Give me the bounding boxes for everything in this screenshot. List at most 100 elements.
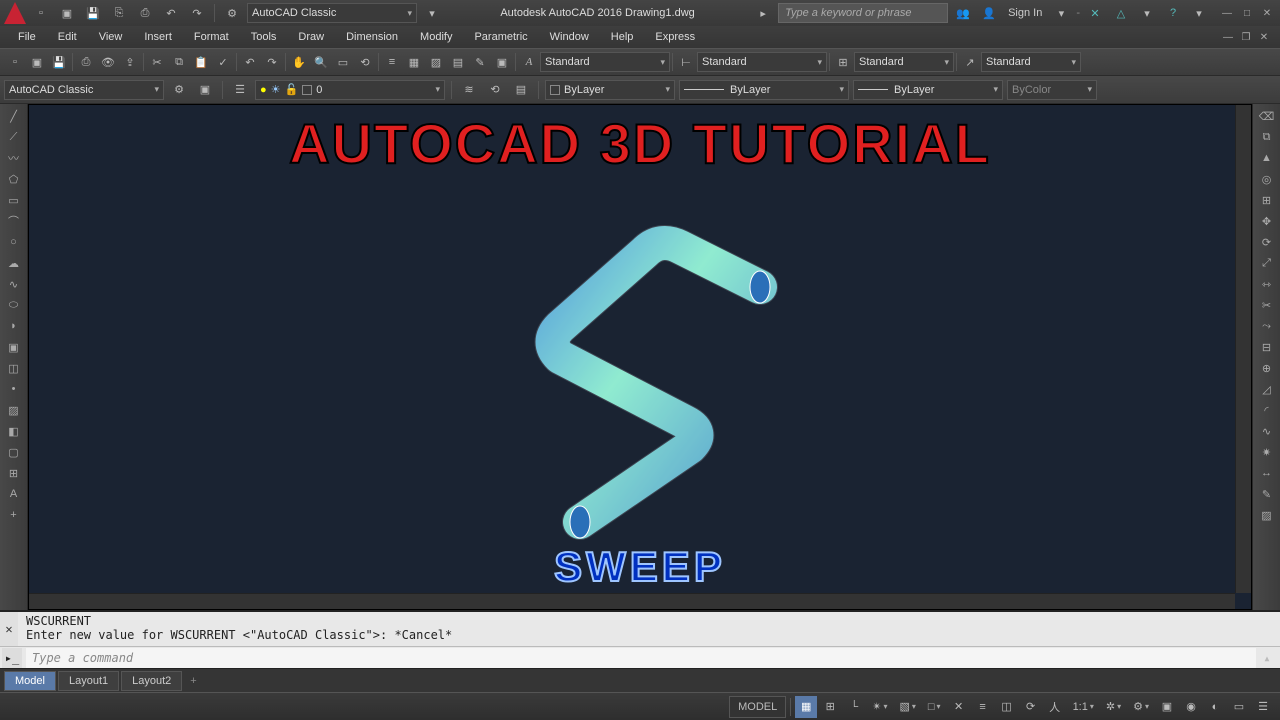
arc-icon[interactable]: ⌒ (3, 211, 25, 231)
text-style-dropdown[interactable]: Standard (540, 52, 670, 72)
status-transparency-icon[interactable]: ◫ (996, 696, 1018, 718)
menu-dimension[interactable]: Dimension (336, 29, 408, 45)
plotstyle-dropdown[interactable]: ByColor (1007, 80, 1097, 100)
workspace-dropdown-2[interactable]: AutoCAD Classic (4, 80, 164, 100)
pline-icon[interactable]: 〰 (3, 148, 25, 168)
qat-new-icon[interactable]: ▫ (30, 2, 52, 24)
ellipse-icon[interactable]: ⬭ (3, 295, 25, 315)
circle-icon[interactable]: ○ (3, 232, 25, 252)
mtext-icon[interactable]: A (3, 484, 25, 504)
trim-icon[interactable]: ✂ (1256, 295, 1278, 315)
revcloud-icon[interactable]: ☁ (3, 253, 25, 273)
doc-close-icon[interactable]: ✕ (1256, 29, 1272, 45)
gradient-icon[interactable]: ◧ (3, 421, 25, 441)
point-icon[interactable]: • (3, 379, 25, 399)
rectangle-icon[interactable]: ▭ (3, 190, 25, 210)
table-style-icon[interactable]: ⊞ (832, 51, 854, 73)
signin-chevron-icon[interactable]: ▾ (1050, 2, 1072, 24)
lineweight-dropdown[interactable]: ByLayer (853, 80, 1003, 100)
add-selected-icon[interactable]: + (3, 505, 25, 525)
join-icon[interactable]: ⊕ (1256, 358, 1278, 378)
menu-file[interactable]: File (8, 29, 46, 45)
status-snap-icon[interactable]: ⊞ (819, 696, 841, 718)
chamfer-icon[interactable]: ◿ (1256, 379, 1278, 399)
paste-icon[interactable]: 📋 (190, 51, 212, 73)
cut-icon[interactable]: ✂ (146, 51, 168, 73)
menu-window[interactable]: Window (540, 29, 599, 45)
status-ortho-icon[interactable]: └ (843, 696, 865, 718)
line-icon[interactable]: ╱ (3, 106, 25, 126)
infocenter-search[interactable]: Type a keyword or phrase (778, 3, 948, 23)
break-icon[interactable]: ⊟ (1256, 337, 1278, 357)
command-input[interactable]: Type a command (26, 648, 1256, 668)
qat-open-icon[interactable]: ▣ (56, 2, 78, 24)
search-icon[interactable]: 👥 (952, 2, 974, 24)
redo2-icon[interactable]: ↷ (261, 51, 283, 73)
tab-add-button[interactable]: + (184, 675, 202, 687)
menu-tools[interactable]: Tools (241, 29, 287, 45)
mleader-style-icon[interactable]: ↗ (959, 51, 981, 73)
status-polar-icon[interactable]: ✴▾ (867, 696, 892, 718)
plot-icon[interactable]: ⎙ (75, 51, 97, 73)
status-3dosnap-icon[interactable]: ✕ (948, 696, 970, 718)
design-center-icon[interactable]: ▦ (403, 51, 425, 73)
match-icon[interactable]: ✓ (212, 51, 234, 73)
spline-icon[interactable]: ∿ (3, 274, 25, 294)
table-icon[interactable]: ⊞ (3, 463, 25, 483)
copy-icon[interactable]: ⧉ (168, 51, 190, 73)
scale-icon[interactable]: ⤢ (1256, 253, 1278, 273)
rotate-icon[interactable]: ⟳ (1256, 232, 1278, 252)
undo2-icon[interactable]: ↶ (239, 51, 261, 73)
menu-express[interactable]: Express (645, 29, 705, 45)
status-grid-icon[interactable]: ▦ (795, 696, 817, 718)
mleader-style-dropdown[interactable]: Standard (981, 52, 1081, 72)
zoom-prev-icon[interactable]: ⟲ (354, 51, 376, 73)
array-icon[interactable]: ⊞ (1256, 190, 1278, 210)
command-options-icon[interactable]: ▴ (1256, 647, 1278, 669)
tab-layout1[interactable]: Layout1 (58, 671, 119, 691)
quick-calc-icon[interactable]: ▣ (491, 51, 513, 73)
close-icon[interactable]: ✕ (1258, 5, 1276, 21)
scrollbar-horizontal[interactable] (29, 593, 1235, 609)
stretch-icon[interactable]: ⇿ (1256, 274, 1278, 294)
app-logo-icon[interactable] (4, 2, 26, 24)
status-osnap-icon[interactable]: □▾ (923, 696, 946, 718)
help-chevron-icon[interactable]: ▾ (1188, 2, 1210, 24)
status-hw-icon[interactable]: ◐ (1204, 696, 1226, 718)
ellipse-arc-icon[interactable]: ◗ (3, 316, 25, 336)
zoom-rt-icon[interactable]: 🔍 (310, 51, 332, 73)
menu-edit[interactable]: Edit (48, 29, 87, 45)
move-icon[interactable]: ✥ (1256, 211, 1278, 231)
tab-layout2[interactable]: Layout2 (121, 671, 182, 691)
qat-dropdown-icon[interactable]: ▾ (421, 2, 443, 24)
tab-model[interactable]: Model (4, 671, 56, 691)
status-lwt-icon[interactable]: ≡ (972, 696, 994, 718)
status-ws-gear-icon[interactable]: ⚙▾ (1128, 696, 1154, 718)
workspace-dropdown[interactable]: AutoCAD Classic (247, 3, 417, 23)
status-scale[interactable]: 1:1▾ (1068, 696, 1099, 718)
sign-in-label[interactable]: Sign In (1004, 7, 1046, 19)
status-anno-icon[interactable]: ✲▾ (1101, 696, 1126, 718)
doc-restore-icon[interactable]: ❐ (1238, 29, 1254, 45)
zoom-win-icon[interactable]: ▭ (332, 51, 354, 73)
layer-props-icon[interactable]: ☰ (229, 79, 251, 101)
status-iso-icon[interactable]: ▧▾ (894, 696, 920, 718)
command-prompt-icon[interactable]: ▸_ (2, 648, 22, 668)
open-icon[interactable]: ▣ (26, 51, 48, 73)
sheet-set-icon[interactable]: ▤ (447, 51, 469, 73)
dim-style-icon[interactable]: ⊢ (675, 51, 697, 73)
color-dropdown[interactable]: ByLayer (545, 80, 675, 100)
status-model-button[interactable]: MODEL (729, 696, 786, 718)
doc-minimize-icon[interactable]: — (1220, 29, 1236, 45)
block-icon[interactable]: ◫ (3, 358, 25, 378)
title-chevron-icon[interactable]: ▸ (752, 2, 774, 24)
menu-parametric[interactable]: Parametric (464, 29, 537, 45)
commandline-close-icon[interactable]: ✕ (0, 612, 18, 646)
menu-help[interactable]: Help (601, 29, 644, 45)
props-icon[interactable]: ≡ (381, 51, 403, 73)
edit-poly-icon[interactable]: ✎ (1256, 484, 1278, 504)
erase-icon[interactable]: ⌫ (1256, 106, 1278, 126)
layer-state-icon[interactable]: ▤ (510, 79, 532, 101)
maximize-icon[interactable]: □ (1238, 5, 1256, 21)
menu-format[interactable]: Format (184, 29, 239, 45)
